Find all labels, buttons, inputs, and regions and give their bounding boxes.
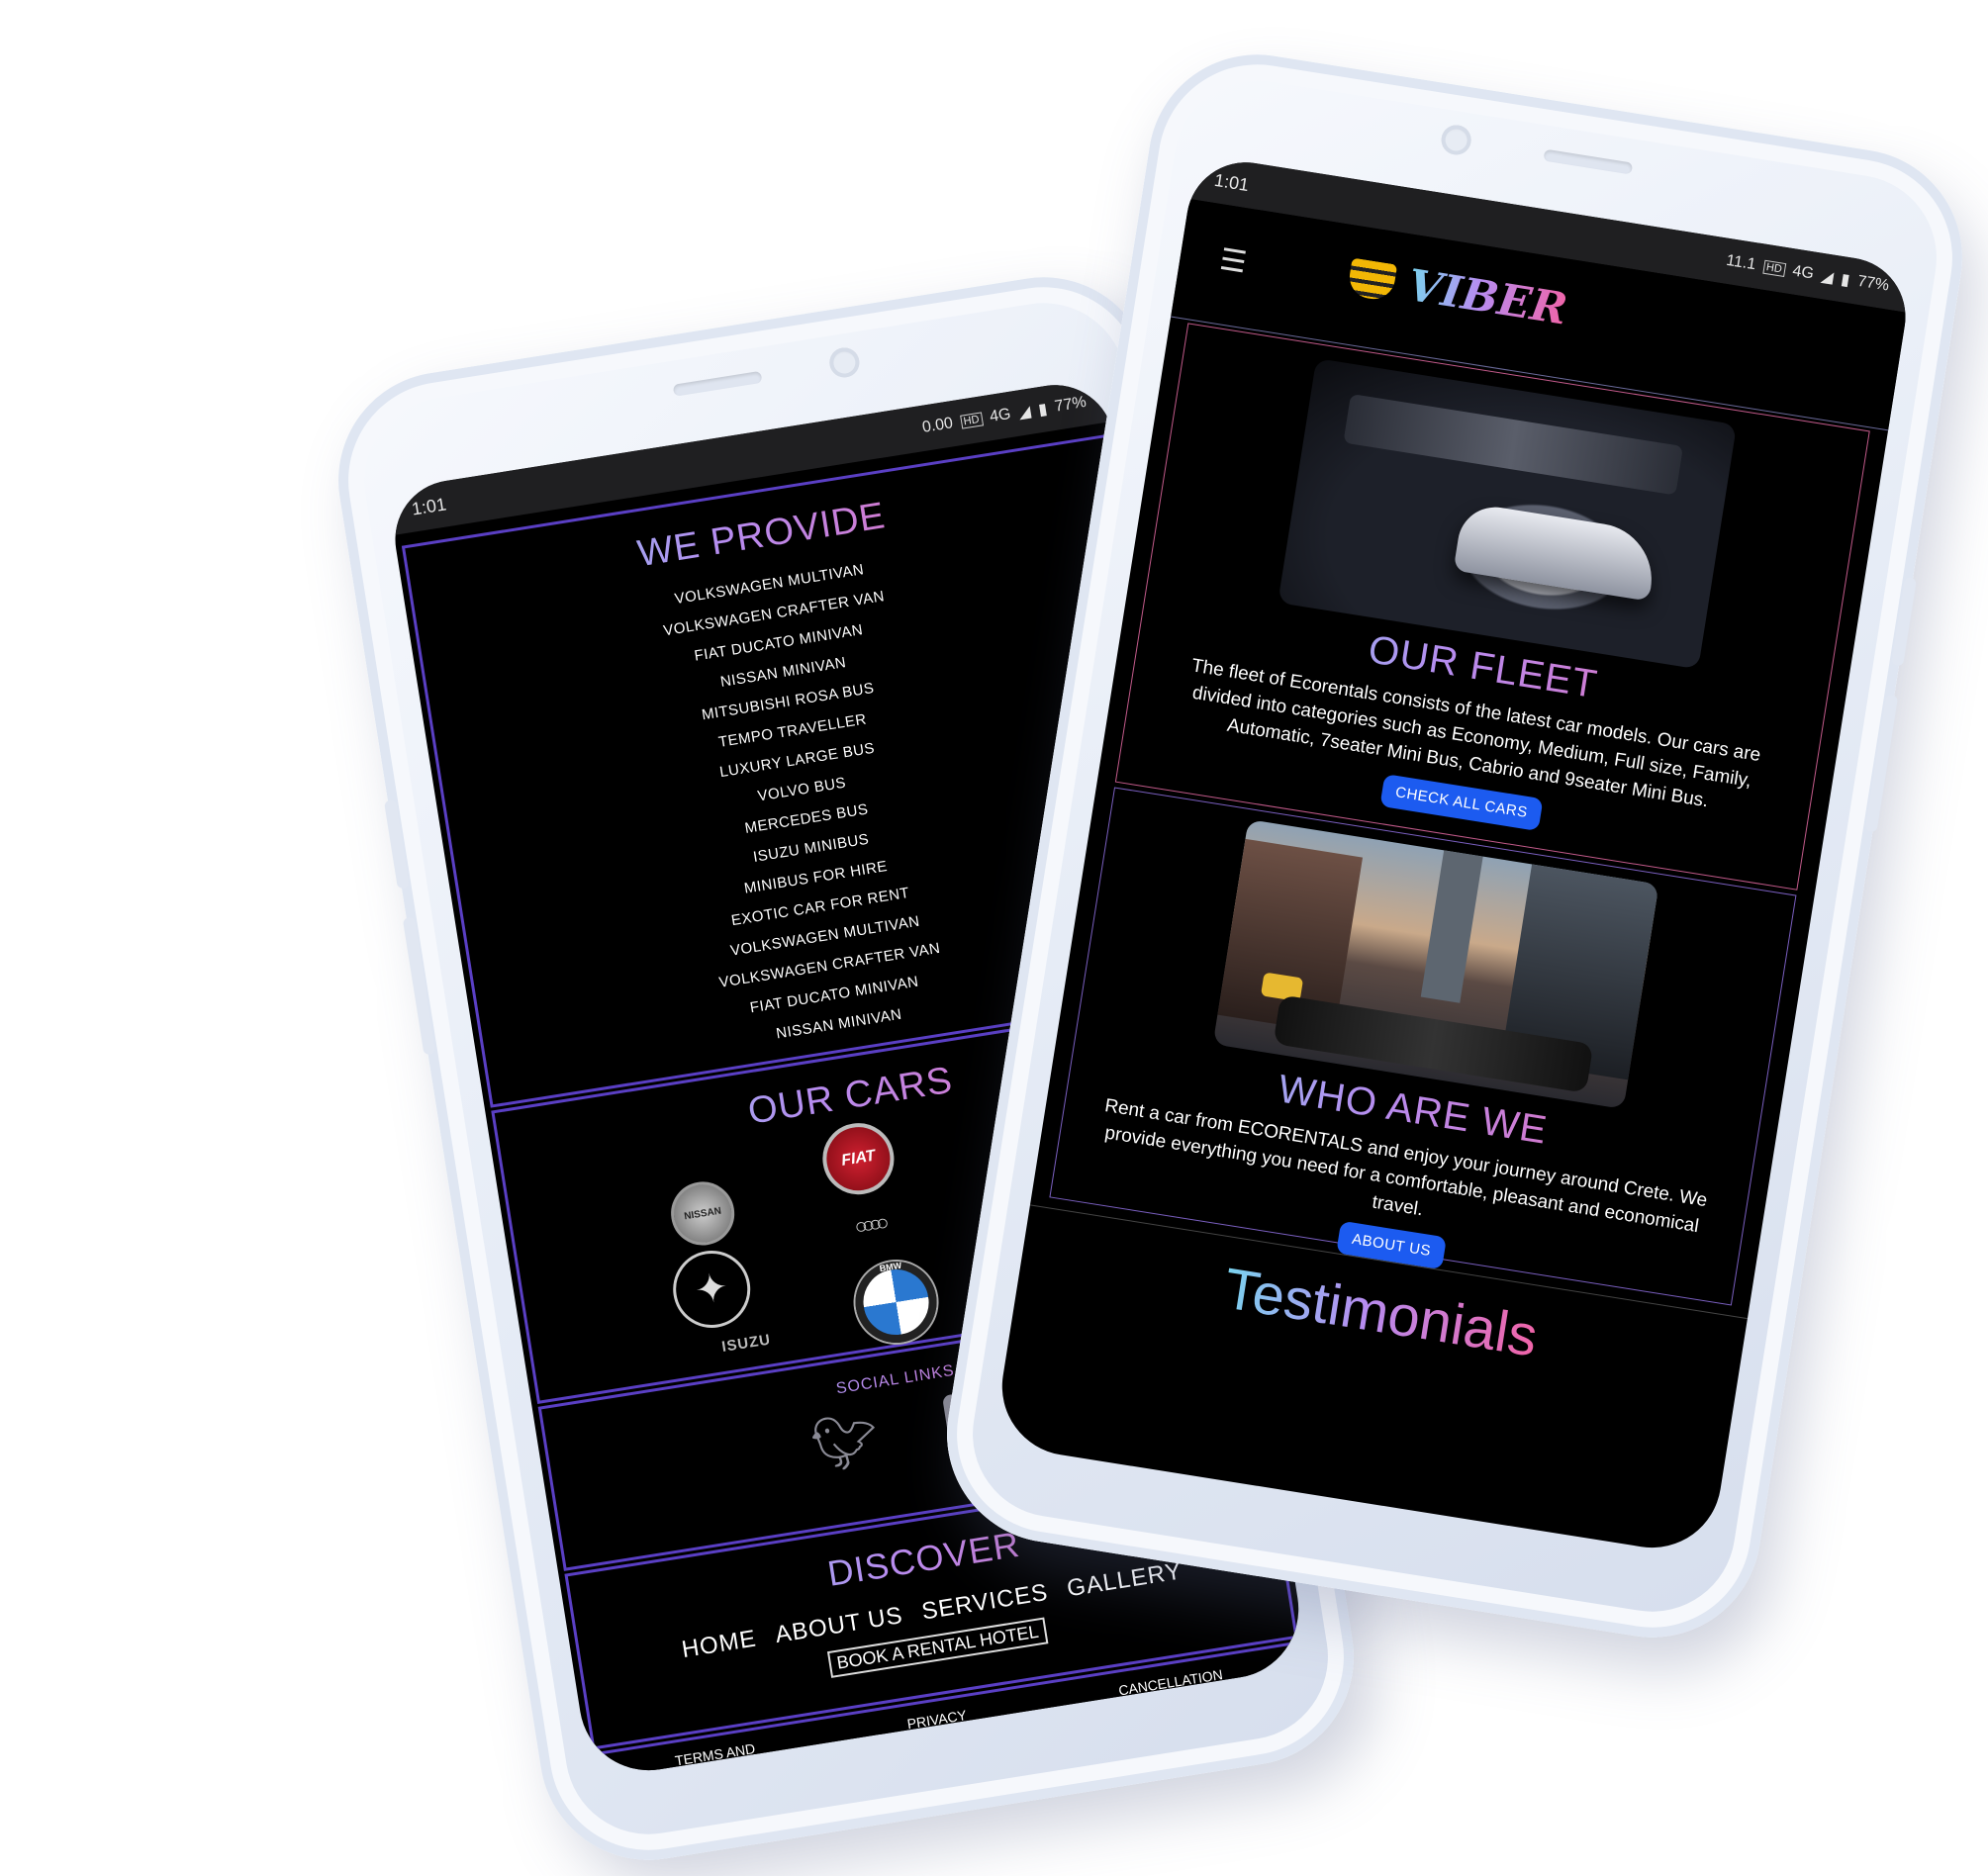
bmw-logo-icon: BMW (849, 1256, 943, 1349)
audi-logo-icon: ○○○○ (852, 1210, 886, 1240)
fiat-logo-icon: FIAT (817, 1117, 899, 1200)
status-time: 1:01 (1212, 169, 1251, 195)
fleet-photo (1278, 358, 1738, 670)
network-type: 4G (1791, 262, 1816, 283)
signal-icon: ◢ (1820, 267, 1835, 287)
isuzu-logo-icon: ISUZU (720, 1330, 773, 1356)
brand-emblem-icon (1346, 257, 1398, 302)
car-silhouette (1453, 502, 1660, 602)
brand-name: VIBER (1404, 259, 1571, 335)
hd-badge: HD (1761, 259, 1786, 277)
network-speed: 11.1 (1725, 251, 1757, 274)
battery-level: 77% (1053, 393, 1088, 416)
hd-badge: HD (959, 412, 984, 429)
status-time: 1:01 (410, 493, 448, 519)
twitter-icon[interactable]: 🐦︎ (806, 1407, 884, 1479)
battery-icon: ▮ (1840, 271, 1851, 290)
signal-icon: ◢ (1017, 403, 1032, 422)
parked-cars (1343, 393, 1684, 496)
city-street-photo (1212, 819, 1659, 1109)
nissan-logo-icon: NISSAN (666, 1176, 739, 1251)
mercedes-logo-icon: ✦ (667, 1245, 756, 1334)
hamburger-menu-icon[interactable]: ☰ (1217, 242, 1249, 281)
center-tower (1420, 850, 1483, 1003)
network-type: 4G (988, 405, 1012, 426)
brand-logo[interactable]: VIBER (1346, 251, 1570, 335)
network-speed: 0.00 (920, 415, 955, 436)
battery-level: 77% (1855, 272, 1891, 295)
battery-icon: ▮ (1037, 401, 1049, 420)
